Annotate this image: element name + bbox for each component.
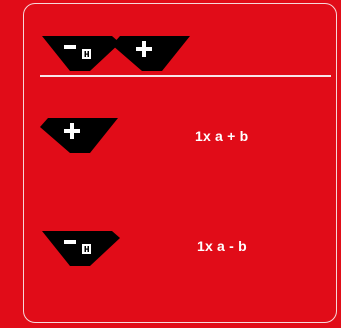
formula-a-plus-b: 1x a + b <box>195 128 249 144</box>
plus-icon <box>112 36 190 71</box>
plus-key-button[interactable] <box>112 29 190 71</box>
minus-h-key-row-2[interactable] <box>42 224 120 266</box>
minus-h-icon <box>42 231 120 266</box>
minus-h-icon <box>42 36 120 71</box>
plus-key-row-1[interactable] <box>40 111 118 153</box>
divider <box>40 75 331 77</box>
minus-h-key-button[interactable] <box>42 29 120 71</box>
formula-a-minus-b: 1x a - b <box>197 238 247 254</box>
plus-icon <box>40 118 118 153</box>
